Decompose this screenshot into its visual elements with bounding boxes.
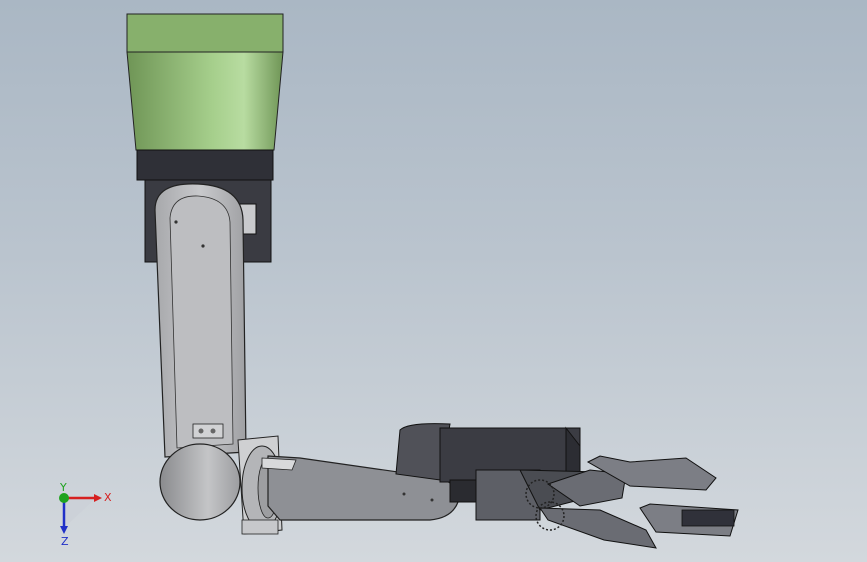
elbow-joint[interactable] [159,435,283,535]
y-axis-label: Y [59,481,67,494]
base-cylinder[interactable] [126,13,284,151]
gripper-assembly[interactable] [475,455,739,549]
graphics-viewport[interactable]: X Y Z [0,0,867,562]
y-axis-dot [59,493,69,503]
axis-triad: X Y Z [59,481,112,548]
x-axis-label: X [104,491,112,504]
z-axis-label: Z [61,535,69,548]
robot-arm-model[interactable] [0,0,867,562]
upper-arm-link[interactable] [154,183,247,458]
